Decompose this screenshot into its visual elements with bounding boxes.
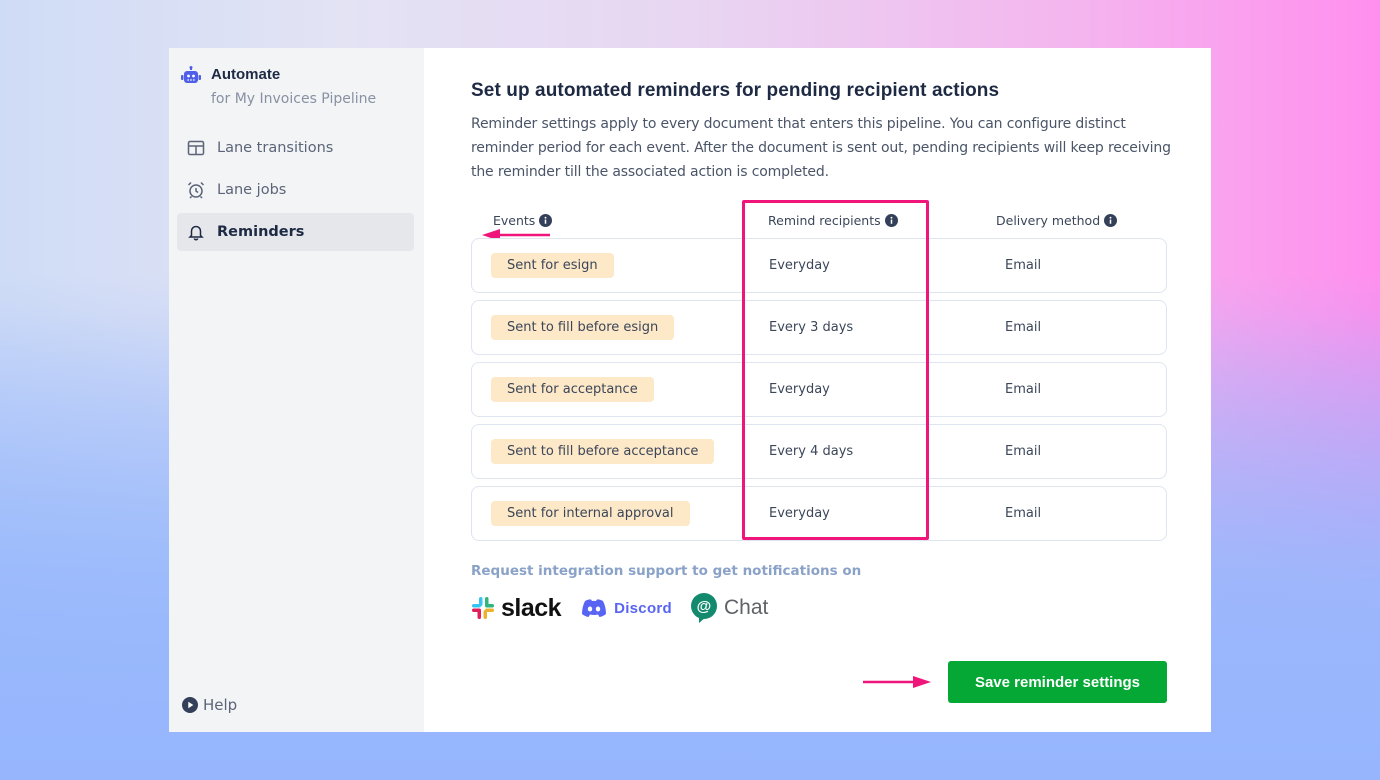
remind-value[interactable]: Everyday <box>769 382 997 397</box>
brand: Automate for My Invoices Pipeline <box>177 66 414 107</box>
event-tag: Sent to fill before acceptance <box>491 439 715 464</box>
delivery-value[interactable]: Email <box>997 506 1041 521</box>
event-tag: Sent for internal approval <box>491 501 690 526</box>
robot-icon <box>181 66 201 83</box>
info-icon[interactable] <box>884 213 898 227</box>
header-remind-recipients: Remind recipients <box>768 213 996 228</box>
header-delivery-method: Delivery method <box>996 212 1118 228</box>
reminders-table: Events Remind recipients Delivery method… <box>471 200 1167 541</box>
table-row[interactable]: Sent for internal approval Everyday Emai… <box>471 486 1167 541</box>
sidebar-nav: Lane transitions Lane jobs Reminders <box>177 129 414 251</box>
sidebar-item-label: Lane transitions <box>217 140 334 156</box>
play-circle-icon <box>182 697 198 713</box>
info-icon[interactable] <box>539 213 553 227</box>
save-reminder-settings-button[interactable]: Save reminder settings <box>948 661 1167 703</box>
help-link[interactable]: Help <box>182 696 237 714</box>
alarm-clock-icon <box>187 181 205 199</box>
header-label: Events <box>493 212 536 228</box>
table-row[interactable]: Sent to fill before acceptance Every 4 d… <box>471 424 1167 479</box>
page-title: Set up automated reminders for pending r… <box>471 80 1000 101</box>
slack-wordmark: slack <box>501 593 562 622</box>
discord-logo: Discord <box>581 598 672 618</box>
brand-title: Automate <box>211 66 281 83</box>
google-chat-wordmark: Chat <box>724 596 769 619</box>
remind-value[interactable]: Everyday <box>769 258 997 273</box>
header-label: Remind recipients <box>768 212 881 228</box>
header-events: Events <box>471 213 768 228</box>
sidebar-item-label: Lane jobs <box>217 182 287 198</box>
sidebar-item-lane-jobs[interactable]: Lane jobs <box>177 171 414 209</box>
sidebar-item-lane-transitions[interactable]: Lane transitions <box>177 129 414 167</box>
slack-icon <box>472 597 494 619</box>
delivery-value[interactable]: Email <box>997 258 1041 273</box>
delivery-value[interactable]: Email <box>997 444 1041 459</box>
integration-logos: slack Discord @ Chat <box>471 593 1171 623</box>
table-header: Events Remind recipients Delivery method <box>471 202 1167 238</box>
remind-value[interactable]: Everyday <box>769 506 997 521</box>
delivery-value[interactable]: Email <box>997 320 1041 335</box>
sidebar: Automate for My Invoices Pipeline Lane t… <box>169 48 550 732</box>
event-tag: Sent to fill before esign <box>491 315 675 340</box>
annotation-arrow-icon <box>863 676 931 688</box>
table-row[interactable]: Sent for esign Everyday Email <box>471 238 1167 293</box>
slack-logo: slack <box>471 593 562 623</box>
main-content: Set up automated reminders for pending r… <box>424 48 1211 732</box>
delivery-value[interactable]: Email <box>997 382 1041 397</box>
brand-subtitle: for My Invoices Pipeline <box>211 91 377 107</box>
google-chat-icon: @ <box>691 593 718 623</box>
google-chat-logo: @ Chat <box>690 593 768 623</box>
help-label: Help <box>203 696 238 714</box>
page-description: Reminder settings apply to every documen… <box>471 116 1171 180</box>
remind-value[interactable]: Every 4 days <box>769 444 997 459</box>
event-tag: Sent for esign <box>491 253 614 278</box>
layout-icon <box>187 140 205 156</box>
bell-icon <box>188 225 204 241</box>
event-tag: Sent for acceptance <box>491 377 654 402</box>
remind-value[interactable]: Every 3 days <box>769 320 997 335</box>
discord-icon <box>582 599 607 617</box>
sidebar-item-reminders[interactable]: Reminders <box>177 213 414 251</box>
discord-wordmark: Discord <box>614 599 673 617</box>
integration-label: Request integration support to get notif… <box>471 563 862 579</box>
table-row[interactable]: Sent to fill before esign Every 3 days E… <box>471 300 1167 355</box>
svg-text:@: @ <box>697 598 712 615</box>
header-label: Delivery method <box>996 212 1101 228</box>
automate-window: Automate for My Invoices Pipeline Lane t… <box>169 48 1211 732</box>
table-row[interactable]: Sent for acceptance Everyday Email <box>471 362 1167 417</box>
sidebar-item-label: Reminders <box>217 224 305 240</box>
info-icon[interactable] <box>1104 213 1118 227</box>
